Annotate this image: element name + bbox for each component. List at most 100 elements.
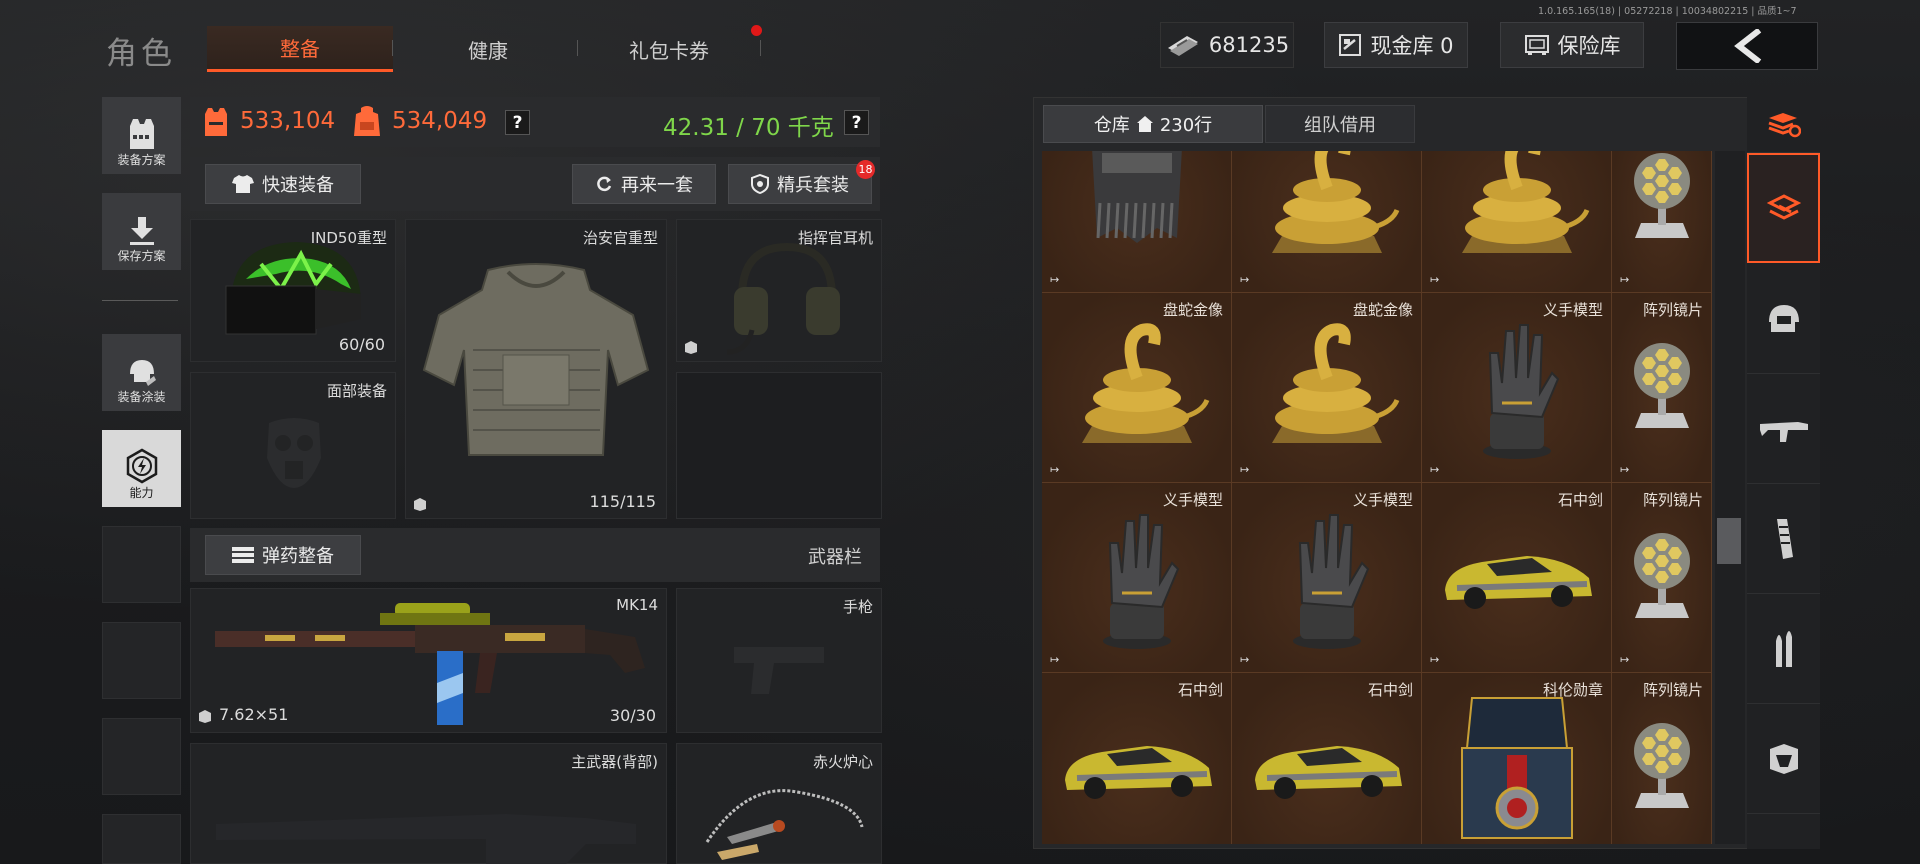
- stash-item-lens-array[interactable]: 阵列镜片 ↦: [1612, 483, 1712, 673]
- menu-save-plan[interactable]: 保存方案: [102, 193, 181, 270]
- filter-ammo[interactable]: [1747, 594, 1820, 704]
- menu-paint[interactable]: 装备涂装: [102, 334, 181, 411]
- pistol-slot[interactable]: 手枪: [676, 588, 882, 733]
- golden-snake-icon: [1232, 151, 1421, 292]
- face-slot-name: 面部装备: [326, 382, 387, 400]
- move-out-icon: ↦: [1240, 843, 1249, 844]
- notification-dot: [751, 25, 762, 36]
- quick-equip-button[interactable]: 快速装备: [205, 164, 361, 204]
- primary-ammo-type: 7.62×51: [219, 705, 289, 724]
- filter-rifle[interactable]: [1747, 374, 1820, 484]
- weight-help-button[interactable]: ?: [844, 110, 869, 135]
- stash-scroll-thumb[interactable]: [1717, 518, 1741, 564]
- tab-team-borrow[interactable]: 组队借用: [1265, 105, 1415, 143]
- stash-item-medal-box[interactable]: 科伦勋章 ↦: [1422, 673, 1612, 844]
- help-mark: ?: [851, 112, 862, 133]
- back-weapon-slot[interactable]: 主武器(背部): [190, 743, 667, 864]
- filter-magazine[interactable]: [1747, 484, 1820, 594]
- menu-loadout-plan[interactable]: 装备方案: [102, 97, 181, 174]
- stash-item-lens-array[interactable]: ↦: [1612, 151, 1712, 293]
- filter-all[interactable]: [1747, 153, 1820, 263]
- primary-weapon-slot[interactable]: MK14 7.62×51 30/30: [190, 588, 667, 733]
- stash-item-prosthetic-hand[interactable]: 义手模型 ↦: [1422, 293, 1612, 483]
- filter-gear[interactable]: [1747, 704, 1820, 814]
- ammo-prep-button[interactable]: 弹药整备: [205, 535, 361, 575]
- stash-item-label: 盘蛇金像: [1352, 301, 1413, 319]
- tab-warehouse[interactable]: 仓库 230行: [1043, 105, 1263, 143]
- menu-empty-slot: [102, 622, 181, 699]
- again-set-button[interactable]: 再来一套: [572, 164, 716, 204]
- pistol-placeholder-icon: [734, 647, 824, 694]
- stash-item-fur-vest[interactable]: ↦: [1042, 151, 1232, 293]
- tab-health[interactable]: 健康: [398, 26, 578, 72]
- backpack-value-icon: [354, 106, 380, 136]
- stack-refresh-icon: [1767, 112, 1801, 137]
- fur-vest-icon: [1042, 151, 1231, 292]
- stash-item-sports-car[interactable]: 石中剑 ↦: [1232, 673, 1422, 844]
- armor-slot[interactable]: 治安官重型 115/115: [405, 219, 667, 519]
- armor-name: 治安官重型: [582, 229, 658, 247]
- menu-divider: [102, 300, 178, 301]
- gear-box-icon: [1769, 743, 1798, 774]
- stash-item-label: 义手模型: [1352, 491, 1413, 509]
- stash-item-golden-snake[interactable]: ↦: [1422, 151, 1612, 293]
- move-out-icon: ↦: [1430, 273, 1440, 286]
- vault-icon: [1339, 34, 1362, 56]
- menu-ability[interactable]: 能力: [102, 430, 181, 507]
- stash-item-label: 石中剑: [1367, 681, 1413, 699]
- helmet-paint-icon: [129, 360, 156, 386]
- stash-item-lens-array[interactable]: 阵列镜片 ↦: [1612, 673, 1712, 844]
- filter-helmet[interactable]: [1747, 264, 1820, 374]
- stash-item-lens-array[interactable]: 阵列镜片 ↦: [1612, 293, 1712, 483]
- back-button[interactable]: [1676, 22, 1818, 70]
- vest-plan-icon: [129, 119, 154, 149]
- filter-sort[interactable]: [1747, 97, 1820, 153]
- insured-icon: [685, 341, 697, 354]
- tab-packs[interactable]: 礼包卡券: [580, 26, 758, 72]
- stash-item-prosthetic-hand[interactable]: 义手模型 ↦: [1042, 483, 1232, 673]
- elite-set-button[interactable]: 精兵套装: [728, 164, 872, 204]
- melee-name: 赤火炉心: [812, 753, 873, 771]
- stash-item-golden-snake[interactable]: 盘蛇金像 ↦: [1042, 293, 1232, 483]
- prosthetic-hand-icon: [1232, 483, 1421, 672]
- move-out-icon: ↦: [1430, 843, 1439, 844]
- prosthetic-hand-icon: [1422, 293, 1611, 482]
- helmet-icon: [1768, 304, 1799, 332]
- layers-icon: [1766, 194, 1801, 220]
- download-icon: [129, 217, 154, 245]
- move-out-icon: ↦: [1240, 273, 1250, 286]
- pistol-slot-name: 手枪: [842, 598, 873, 616]
- tab-health-label: 健康: [468, 38, 508, 63]
- melee-slot[interactable]: 赤火炉心: [676, 743, 882, 864]
- tab-separator: [392, 40, 393, 56]
- tab-packs-label: 礼包卡券: [629, 38, 709, 63]
- value-help-button[interactable]: ?: [505, 110, 530, 135]
- stash-item-golden-snake[interactable]: ↦: [1232, 151, 1422, 293]
- safe-button[interactable]: 保险库: [1500, 22, 1644, 68]
- move-out-icon: ↦: [1620, 273, 1630, 286]
- menu-label: 装备涂装: [117, 390, 166, 404]
- cash-vault-button[interactable]: 现金库 0: [1324, 22, 1468, 68]
- refresh-icon: [597, 176, 612, 192]
- chevron-left-icon: [1734, 29, 1762, 63]
- stash-item-label: 义手模型: [1162, 491, 1223, 509]
- gas-mask-placeholder-icon: [267, 418, 321, 488]
- primary-ammo-count: 30/30: [609, 706, 656, 725]
- stash-scrollbar[interactable]: [1715, 151, 1745, 844]
- stash-item-sports-car[interactable]: 石中剑 ↦: [1422, 483, 1612, 673]
- tab-separator: [577, 40, 578, 56]
- tab-equip[interactable]: 整备: [207, 26, 393, 72]
- face-slot[interactable]: 面部装备: [190, 372, 396, 519]
- headset-slot[interactable]: 指挥官耳机: [676, 219, 882, 362]
- stash-item-label: 阵列镜片: [1642, 491, 1703, 509]
- stash-item-golden-snake[interactable]: 盘蛇金像 ↦: [1232, 293, 1422, 483]
- stash-item-sports-car[interactable]: 石中剑 ↦: [1042, 673, 1232, 844]
- insured-icon: [199, 710, 211, 723]
- elite-set-label: 精兵套装: [777, 175, 849, 196]
- helmet-icon: [225, 242, 361, 335]
- golden-snake-icon: [1042, 293, 1231, 482]
- insured-icon: [414, 498, 426, 511]
- helmet-slot[interactable]: IND50重型 60/60: [190, 219, 396, 362]
- empty-equipment-slot: [676, 372, 882, 519]
- stash-item-prosthetic-hand[interactable]: 义手模型 ↦: [1232, 483, 1422, 673]
